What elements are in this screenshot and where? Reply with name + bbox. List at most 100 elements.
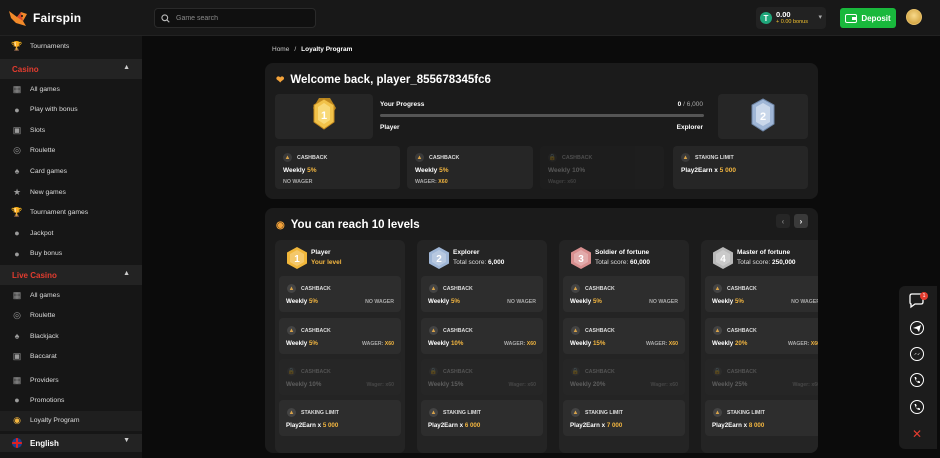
- perk-wager: NO WAGER: [791, 299, 818, 305]
- messenger-icon[interactable]: [908, 345, 926, 363]
- welcome-panel: ❤ Welcome back, player_855678345fc6 1 Yo…: [265, 63, 818, 199]
- perk-value-highlight: 5 000: [322, 422, 339, 429]
- language-selector[interactable]: English ▼: [0, 434, 142, 452]
- perk-value: Weekly 20%: [570, 381, 606, 388]
- next-arrow-button[interactable]: ›: [794, 214, 808, 228]
- sidebar-item-live[interactable]: ▣ Baccarat: [0, 347, 142, 367]
- prev-arrow-button[interactable]: ‹: [776, 214, 790, 228]
- user-avatar[interactable]: [906, 9, 922, 25]
- top-bar: Fairspin T 0.00 + 0.00 bonus ▾ Deposit: [0, 0, 940, 36]
- sidebar-item-nav[interactable]: ● Promotions: [0, 390, 142, 410]
- balance-dropdown[interactable]: T 0.00 + 0.00 bonus ▾: [756, 7, 826, 29]
- perk-value: Weekly: [570, 340, 593, 347]
- deposit-button[interactable]: Deposit: [840, 8, 896, 28]
- sidebar-item-casino[interactable]: ★ New games: [0, 182, 142, 202]
- perk-value: Weekly 10%: [286, 381, 322, 388]
- trophy-icon: 🏆: [11, 40, 23, 51]
- sidebar-section-live-casino[interactable]: Live Casino ▲: [0, 265, 142, 285]
- sidebar-section-casino[interactable]: Casino ▲: [0, 59, 142, 79]
- progress-current: 0: [677, 101, 682, 108]
- breadcrumb-home[interactable]: Home: [272, 46, 289, 53]
- cashback-icon: ▲: [415, 153, 424, 162]
- current-medal-number: 1: [321, 110, 327, 122]
- cashback-icon: ▲: [429, 326, 438, 335]
- chevron-up-icon: ▲: [123, 64, 130, 71]
- perk-subtitle: NO WAGER: [283, 179, 313, 185]
- sidebar-item-label: Jackpot: [30, 229, 54, 237]
- level-name: Master of fortune: [737, 249, 791, 256]
- sidebar-item-casino[interactable]: ● Jackpot: [0, 223, 142, 243]
- next-level-medal: 2: [718, 94, 808, 139]
- level-header: 1 Player Your level: [275, 240, 405, 274]
- chat-icon[interactable]: 1: [908, 292, 928, 310]
- level-medal-icon: 3: [571, 247, 591, 269]
- sidebar-item-casino[interactable]: ● Buy bonus: [0, 244, 142, 264]
- level-column: 4 Master of fortune Total score: 250,000 ▲…: [701, 240, 818, 453]
- sidebar-item-casino[interactable]: ▦ All games: [0, 79, 142, 99]
- baccarat-icon: ▣: [12, 351, 22, 361]
- level-perk-card: 🔒 CASHBACK Weekly 20% Wager: x60: [563, 359, 685, 395]
- progress-bar: [380, 114, 704, 117]
- sidebar-item-tournaments[interactable]: 🏆 Tournaments: [0, 36, 142, 56]
- sidebar-item-label: Loyalty Program: [30, 417, 80, 425]
- lock-icon: 🔒: [571, 367, 580, 376]
- sidebar-item-casino[interactable]: ♠ Card games: [0, 161, 142, 181]
- sidebar-item-live[interactable]: ▦ All games: [0, 285, 142, 305]
- telegram-icon[interactable]: [908, 319, 926, 337]
- grid-icon: ▦: [12, 83, 22, 94]
- current-level-medal: 1: [275, 94, 373, 139]
- perk-title: STAKING LIMIT: [727, 409, 765, 416]
- welcome-perk-card: ▲ CASHBACK Weekly 5% WAGER: X60: [407, 146, 533, 189]
- trophy-icon: 🏆: [11, 207, 23, 218]
- perk-value-highlight: 6 000: [464, 422, 481, 429]
- heart-icon: ❤: [276, 74, 285, 86]
- level-medal-number: 4: [720, 254, 726, 265]
- level-medal-number: 2: [436, 254, 442, 265]
- close-icon[interactable]: ✕: [908, 425, 926, 443]
- sidebar-item-casino[interactable]: ▣ Slots: [0, 120, 142, 140]
- silver-medal-icon: 2: [751, 98, 775, 132]
- level-perk-card: ▲ STAKING LIMIT Play2Earn x 6 000: [421, 400, 543, 436]
- welcome-perk-card: 🔒 CASHBACK Weekly 10% Wager: x60: [540, 146, 664, 189]
- cashback-icon: ▲: [713, 326, 722, 335]
- search-input[interactable]: [176, 14, 306, 22]
- sidebar-item-label: Card games: [30, 167, 68, 175]
- perk-value-highlight: 5%: [308, 298, 318, 305]
- sidebar-item-casino[interactable]: 🏆 Tournament games: [0, 203, 142, 223]
- perk-value: Weekly: [286, 298, 309, 305]
- sidebar-item-label: New games: [30, 188, 66, 196]
- sidebar-item-casino[interactable]: ◎ Roulette: [0, 141, 142, 161]
- level-medal-number: 1: [294, 254, 300, 265]
- level-header: 4 Master of fortune Total score: 250,000: [701, 240, 818, 274]
- phone-icon[interactable]: [908, 398, 926, 416]
- logo[interactable]: Fairspin: [8, 9, 81, 27]
- perk-value: Weekly 10%: [548, 167, 586, 174]
- perk-wager-highlight: X60: [668, 341, 678, 347]
- level-score-label: Total score:: [737, 259, 773, 266]
- perk-title: CASHBACK: [429, 154, 460, 161]
- level-column: 2 Explorer Total score: 6,000 ▲ CASHBACK We…: [417, 240, 547, 453]
- progress-from-level: Player: [380, 124, 400, 131]
- uk-flag-icon: [12, 438, 22, 448]
- sidebar-item-label: Roulette: [30, 147, 56, 155]
- balance-amount: 0.00: [776, 10, 791, 19]
- level-perk-card: ▲ CASHBACK Weekly 5% WAGER: X60: [279, 318, 401, 354]
- perk-title: STAKING LIMIT: [301, 409, 339, 416]
- sidebar-item-label: Tournaments: [30, 42, 70, 50]
- brand-name: Fairspin: [33, 11, 82, 25]
- sidebar-item-nav[interactable]: ▦ Providers: [0, 370, 142, 390]
- sidebar-item-casino[interactable]: ● Play with bonus: [0, 100, 142, 120]
- level-header: 3 Soldier of fortune Total score: 60,000: [559, 240, 689, 274]
- cashback-icon: ▲: [287, 284, 296, 293]
- perk-title: STAKING LIMIT: [585, 409, 623, 416]
- level-name: Soldier of fortune: [595, 249, 650, 256]
- medal-icon: ◉: [276, 219, 285, 231]
- search-box[interactable]: [154, 8, 316, 28]
- perk-value: Weekly: [428, 298, 451, 305]
- viber-icon[interactable]: [908, 371, 926, 389]
- sidebar-item-live[interactable]: ♠ Blackjack: [0, 326, 142, 346]
- sidebar-item-loyalty-program[interactable]: ◉ Loyalty Program: [0, 410, 142, 431]
- sidebar-item-live[interactable]: ◎ Roulette: [0, 306, 142, 326]
- level-score-label: Total score:: [453, 259, 489, 266]
- gift-icon: ●: [14, 395, 20, 406]
